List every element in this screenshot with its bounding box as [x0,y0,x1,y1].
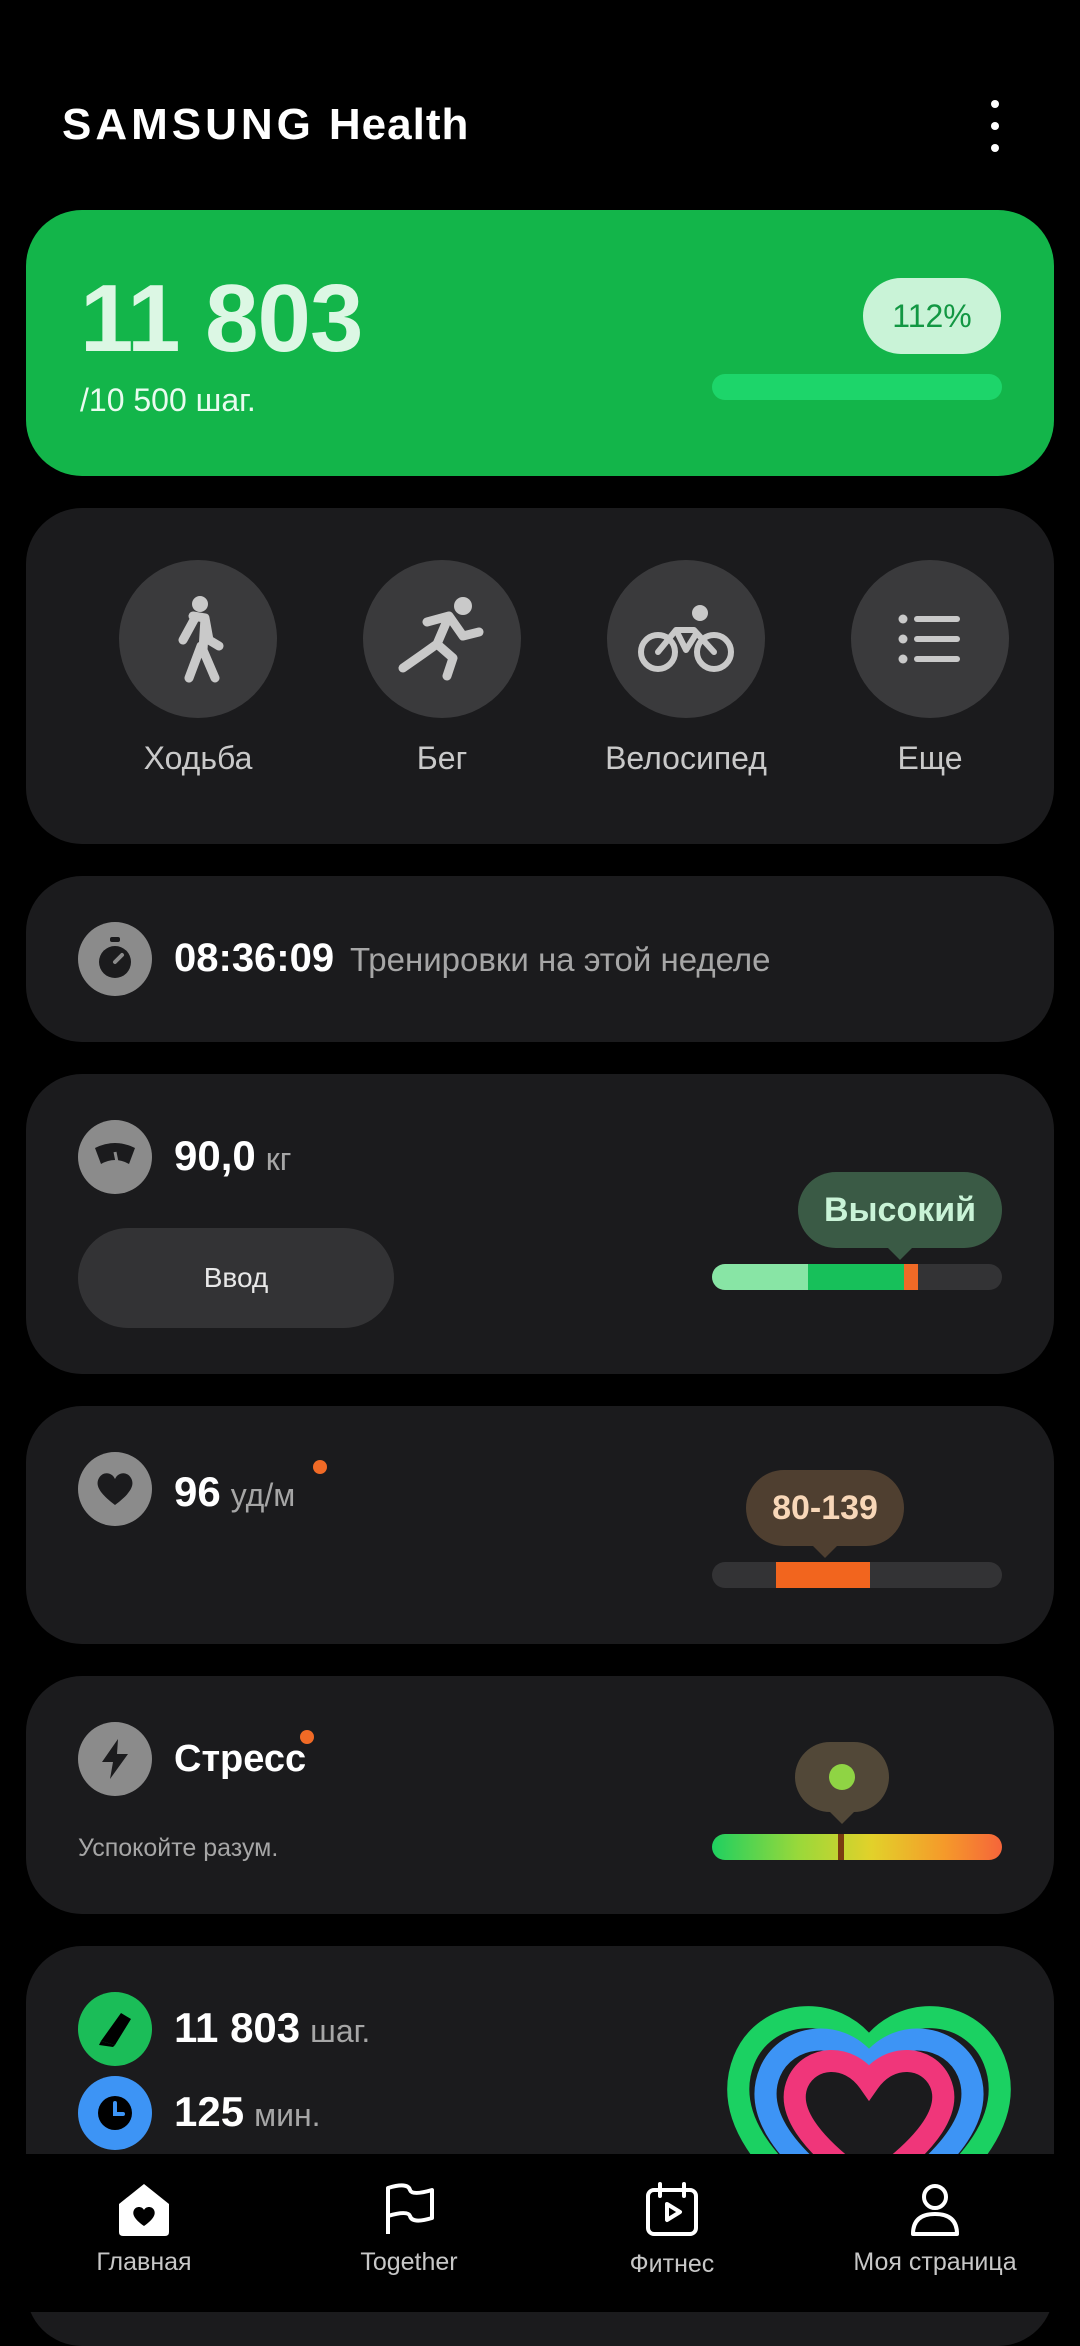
stress-scale-bar [712,1834,1002,1860]
weight-status-badge: Высокий [798,1172,1002,1260]
activity-walking[interactable]: Ходьба [98,560,298,777]
steps-progress-bar [712,374,1002,400]
clock-icon [78,2076,152,2150]
stress-marker-badge [795,1742,889,1824]
activity-label: Велосипед [605,740,767,776]
weight-scale-bar [712,1264,1002,1290]
nav-home[interactable]: Главная [19,2182,269,2277]
nav-my-page[interactable]: Моя страница [810,2182,1060,2277]
home-heart-icon [119,2184,169,2236]
flag-icon [386,2183,434,2234]
heart-rate-range-badge: 80-139 [746,1470,904,1558]
running-icon [398,597,484,681]
steps-goal: /10 500 шаг. [80,382,256,418]
nav-label: Фитнес [629,2250,715,2278]
new-indicator-dot [300,1730,314,1744]
stress-level-dot [829,1764,855,1790]
activity-label: Еще [897,740,963,776]
summary-minutes-unit: мин. [254,2097,321,2133]
nav-label: Моя страница [853,2248,1017,2276]
shoe-icon [78,1992,152,2066]
nav-fitness[interactable]: Фитнес [547,2182,797,2279]
profile-icon [911,2184,959,2236]
stress-card[interactable]: Стресс Успокойте разум. [26,1676,1054,1914]
brand-name: SAMSUNG [62,100,315,149]
steps-value: 11 803 [80,265,363,372]
workout-card[interactable]: 08:36:09 Тренировки на этой неделе [26,876,1054,1042]
activity-cycling[interactable]: Велосипед [586,560,786,777]
cycling-icon [638,605,734,672]
summary-steps-unit: шаг. [310,2013,371,2049]
summary-minutes-value: 125 [174,2088,245,2135]
more-icon [991,100,999,108]
heart-icon [78,1452,152,1526]
activity-more[interactable]: Еще [830,560,1030,777]
lightning-icon [78,1722,152,1796]
heart-rate-bar [712,1562,1002,1588]
bottom-navigation: Главная Together Фитнес Моя страница [0,2154,1080,2312]
heart-rate-value: 96 [174,1468,221,1515]
fitness-calendar-icon [646,2182,698,2236]
workout-label: Тренировки на этой неделе [350,941,771,978]
product-name: Health [328,100,470,149]
nav-label: Together [360,2248,458,2276]
activity-label: Бег [416,740,468,776]
weight-card[interactable]: 90,0 кг Ввод Высокий [26,1074,1054,1374]
stress-subtitle: Успокойте разум. [78,1834,279,1862]
heart-rate-unit: уд/м [230,1477,296,1513]
new-indicator-dot [313,1460,327,1474]
heart-rate-card[interactable]: 96 уд/м 80-139 [26,1406,1054,1644]
walking-icon [178,596,224,683]
nav-together[interactable]: Together [284,2182,534,2277]
activity-card: Ходьба Бег Велосипед Еще [26,508,1054,844]
list-icon [898,614,960,664]
stopwatch-icon [78,922,152,996]
stress-title: Стресс [174,1738,307,1780]
steps-percent-badge: 112% [863,278,1001,354]
app-logo: SAMSUNG Health [62,100,469,150]
summary-steps-value: 11 803 [174,2004,301,2051]
workout-time: 08:36:09 [174,936,335,980]
weight-unit: кг [265,1141,292,1177]
steps-card[interactable]: 11 803 /10 500 шаг. 112% [26,210,1054,476]
nav-label: Главная [96,2248,192,2276]
activity-running[interactable]: Бег [342,560,542,777]
weight-value: 90,0 [174,1132,256,1179]
weight-enter-button[interactable]: Ввод [78,1228,394,1328]
more-options-button[interactable] [975,100,1015,152]
activity-label: Ходьба [143,740,253,776]
scale-icon [78,1120,152,1194]
